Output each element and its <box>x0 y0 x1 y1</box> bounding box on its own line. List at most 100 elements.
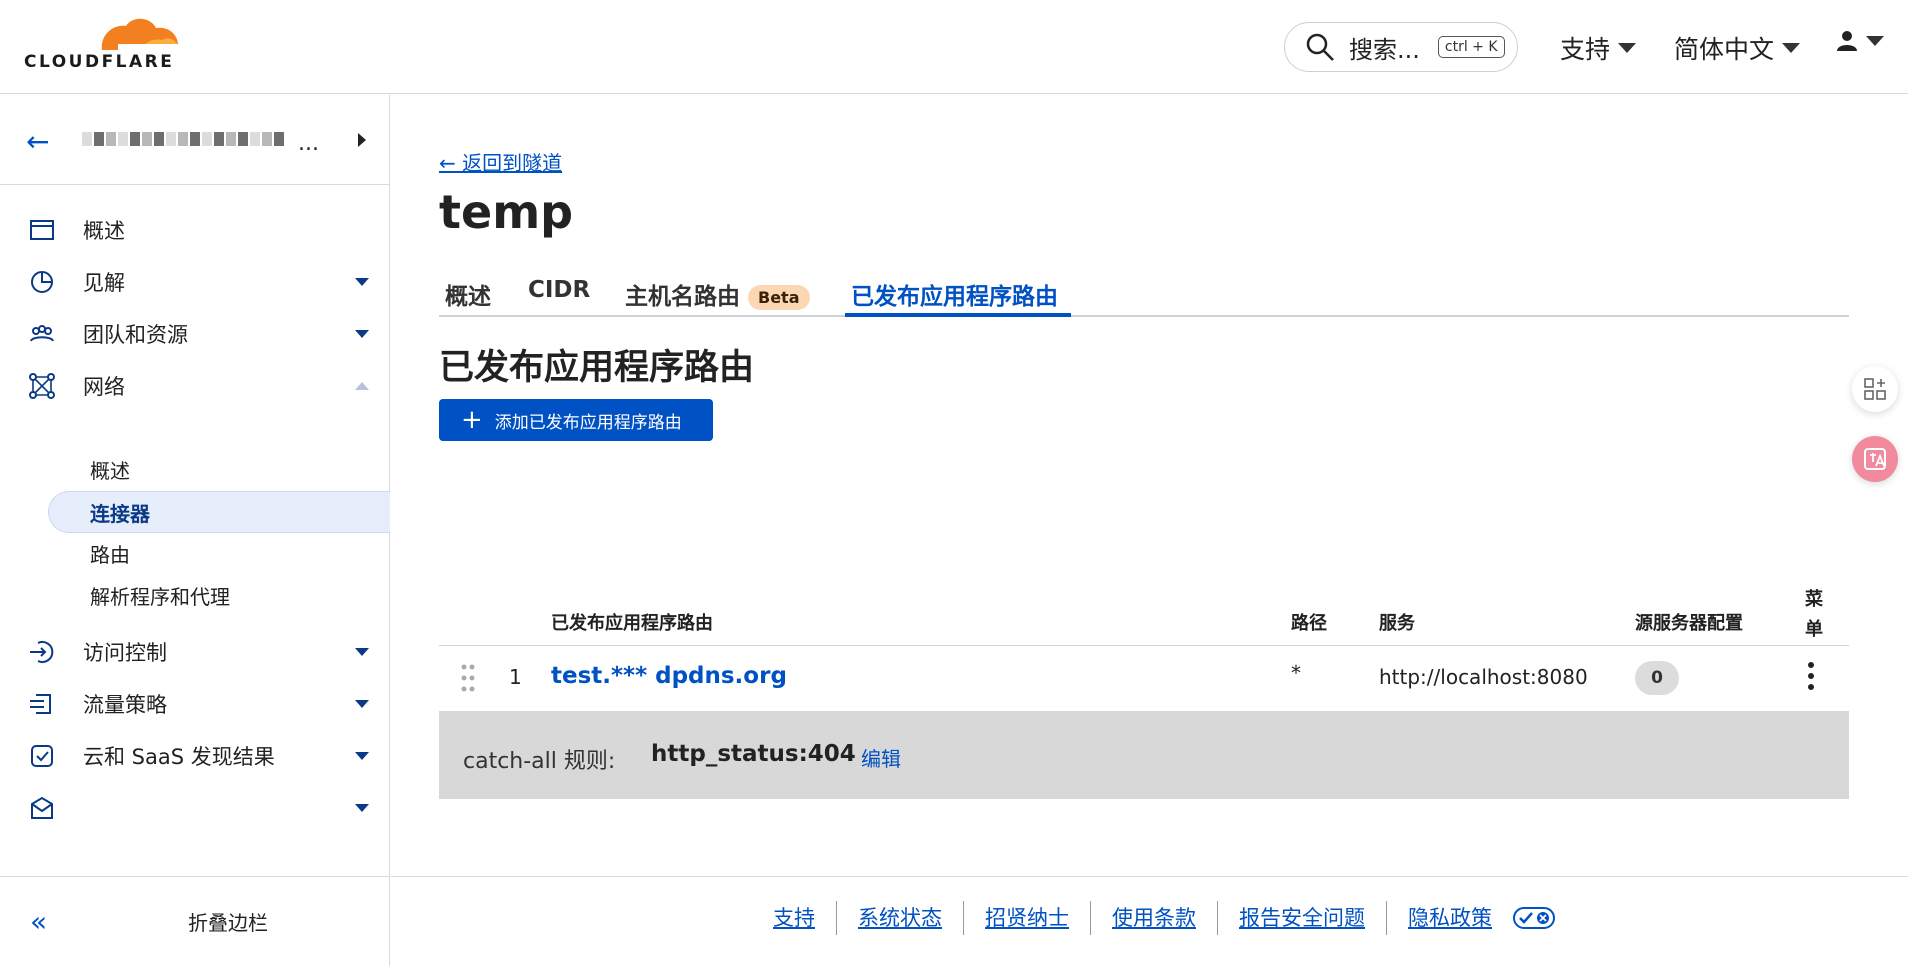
cloud-logo-icon <box>101 18 184 50</box>
check-icon <box>1519 912 1533 924</box>
sidebar-item-access[interactable]: 访问控制 <box>0 627 389 677</box>
sidebar-item-traffic-policy[interactable]: 流量策略 <box>0 679 389 729</box>
sidebar-subitem-connectors[interactable]: 连接器 <box>90 498 150 527</box>
active-tab-indicator <box>845 313 1071 317</box>
chevron-down-icon <box>1866 36 1884 46</box>
user-icon <box>1837 31 1857 51</box>
tab-cidr[interactable]: CIDR <box>528 277 590 303</box>
col-header-service: 服务 <box>1379 613 1415 634</box>
browser-window-icon <box>30 220 54 240</box>
beta-badge: Beta <box>748 285 810 310</box>
footer-links: 支持 系统状态 招贤纳士 使用条款 报告安全问题 隐私政策 <box>752 901 1555 935</box>
sidebar-item-cloud-saas[interactable]: 云和 SaaS 发现结果 <box>0 731 389 781</box>
tab-overview[interactable]: 概述 <box>445 277 491 311</box>
plus-icon: + <box>461 405 483 435</box>
drag-handle-icon[interactable] <box>461 663 475 693</box>
footer-link-terms[interactable]: 使用条款 <box>1091 901 1218 935</box>
team-icon <box>30 325 54 342</box>
route-service: http://localhost:8080 <box>1379 665 1588 689</box>
back-to-tunnels-link[interactable]: ← 返回到隧道 <box>439 147 562 176</box>
tab-hostname-routes[interactable]: 主机名路由 Beta <box>625 277 810 311</box>
app-launcher-button[interactable] <box>1852 366 1898 412</box>
tab-label: 主机名路由 <box>625 284 740 310</box>
catch-all-rule: catch-all 规则: http_status:404 编辑 <box>439 711 1849 799</box>
catch-all-value: http_status:404 <box>651 741 856 767</box>
chevron-down-icon <box>355 330 369 338</box>
add-published-route-button[interactable]: + 添加已发布应用程序路由 <box>439 399 713 441</box>
sidebar: ← ... 概述 见解 团队和资源 网络 概述 连接器 路由 解析程序和代理 访… <box>0 95 390 966</box>
catch-all-edit-link[interactable]: 编辑 <box>861 743 901 772</box>
footer-link-privacy[interactable]: 隐私政策 <box>1387 901 1513 935</box>
sidebar-item-label: 访问控制 <box>83 641 167 665</box>
col-header-route: 已发布应用程序路由 <box>551 613 713 634</box>
traffic-policy-icon <box>30 694 51 714</box>
route-hostname-link[interactable]: test.*** dpdns.org <box>551 663 787 689</box>
sidebar-item-label: 概述 <box>83 219 125 243</box>
sidebar-item-networks[interactable]: 网络 <box>0 361 389 411</box>
sidebar-subitem-routes[interactable]: 路由 <box>90 539 130 568</box>
sidebar-item-insights[interactable]: 见解 <box>0 257 389 307</box>
kebab-menu-icon[interactable] <box>1807 661 1815 691</box>
double-chevron-left-icon: « <box>30 905 48 938</box>
add-button-label: 添加已发布应用程序路由 <box>494 412 682 433</box>
sidebar-item-label: 见解 <box>83 271 125 295</box>
language-label: 简体中文 <box>1674 35 1775 64</box>
section-title: 已发布应用程序路由 <box>439 348 755 388</box>
email-security-icon <box>31 796 53 819</box>
cloud-check-icon <box>31 745 53 767</box>
grid-plus-icon <box>1864 378 1886 400</box>
footer-link-security[interactable]: 报告安全问题 <box>1218 901 1387 935</box>
sidebar-item-email[interactable] <box>0 783 389 833</box>
sidebar-subitem-resolvers[interactable]: 解析程序和代理 <box>90 581 230 610</box>
translate-button[interactable] <box>1852 436 1898 482</box>
back-arrow-icon[interactable]: ← <box>26 125 49 158</box>
ellipsis: ... <box>298 131 319 156</box>
logo-wordmark: CLOUDFLARE <box>24 52 175 72</box>
footer-link-support[interactable]: 支持 <box>752 901 837 935</box>
tab-published-app-routes[interactable]: 已发布应用程序路由 <box>851 277 1058 311</box>
search-icon <box>1306 33 1334 61</box>
sidebar-subitem-overview[interactable]: 概述 <box>90 455 130 484</box>
chevron-up-icon <box>355 382 369 390</box>
language-menu[interactable]: 简体中文 <box>1674 30 1801 66</box>
sidebar-item-label: 团队和资源 <box>83 323 188 347</box>
pie-chart-icon <box>31 271 53 293</box>
collapse-label: 折叠边栏 <box>188 911 268 935</box>
translate-icon <box>1864 448 1886 470</box>
chevron-down-icon <box>355 648 369 656</box>
sidebar-item-label: 网络 <box>83 375 125 399</box>
chevron-right-icon[interactable] <box>358 133 366 147</box>
sign-in-icon <box>30 641 54 663</box>
origin-config-count-badge: 0 <box>1635 661 1679 695</box>
top-bar: CLOUDFLARE 搜索... ctrl + K 支持 简体中文 <box>0 0 1908 94</box>
account-name-redacted <box>82 125 322 153</box>
table-header-divider <box>439 645 1849 646</box>
row-index: 1 <box>509 665 522 689</box>
footer: 支持 系统状态 招贤纳士 使用条款 报告安全问题 隐私政策 <box>391 876 1908 966</box>
footer-link-careers[interactable]: 招贤纳士 <box>964 901 1091 935</box>
chevron-down-icon <box>1618 43 1637 53</box>
cloudflare-logo[interactable]: CLOUDFLARE <box>22 14 192 74</box>
sidebar-item-overview[interactable]: 概述 <box>0 205 389 255</box>
chevron-down-icon <box>1782 43 1801 53</box>
col-header-menu: 菜单 <box>1805 589 1823 640</box>
privacy-choices-toggle[interactable] <box>1513 907 1555 929</box>
chevron-down-icon <box>355 278 369 286</box>
col-header-path: 路径 <box>1291 613 1327 634</box>
chevron-down-icon <box>355 700 369 708</box>
col-header-origin: 源服务器配置 <box>1635 613 1743 634</box>
main-content: ← 返回到隧道 temp 概述 CIDR 主机名路由 Beta 已发布应用程序路由… <box>391 95 1908 875</box>
account-switcher[interactable]: ← ... <box>0 95 389 185</box>
support-menu[interactable]: 支持 <box>1560 30 1637 66</box>
search-box[interactable]: 搜索... ctrl + K <box>1284 22 1518 72</box>
catch-all-label: catch-all 规则: <box>463 749 616 774</box>
network-icon <box>29 373 55 399</box>
search-shortcut: ctrl + K <box>1437 36 1505 58</box>
footer-link-status[interactable]: 系统状态 <box>837 901 964 935</box>
user-menu[interactable] <box>1836 30 1884 52</box>
support-label: 支持 <box>1560 35 1611 64</box>
search-label: 搜索... <box>1349 35 1420 64</box>
collapse-sidebar-button[interactable]: « 折叠边栏 <box>0 876 389 966</box>
sidebar-item-label: 流量策略 <box>83 693 167 717</box>
sidebar-item-team[interactable]: 团队和资源 <box>0 309 389 359</box>
